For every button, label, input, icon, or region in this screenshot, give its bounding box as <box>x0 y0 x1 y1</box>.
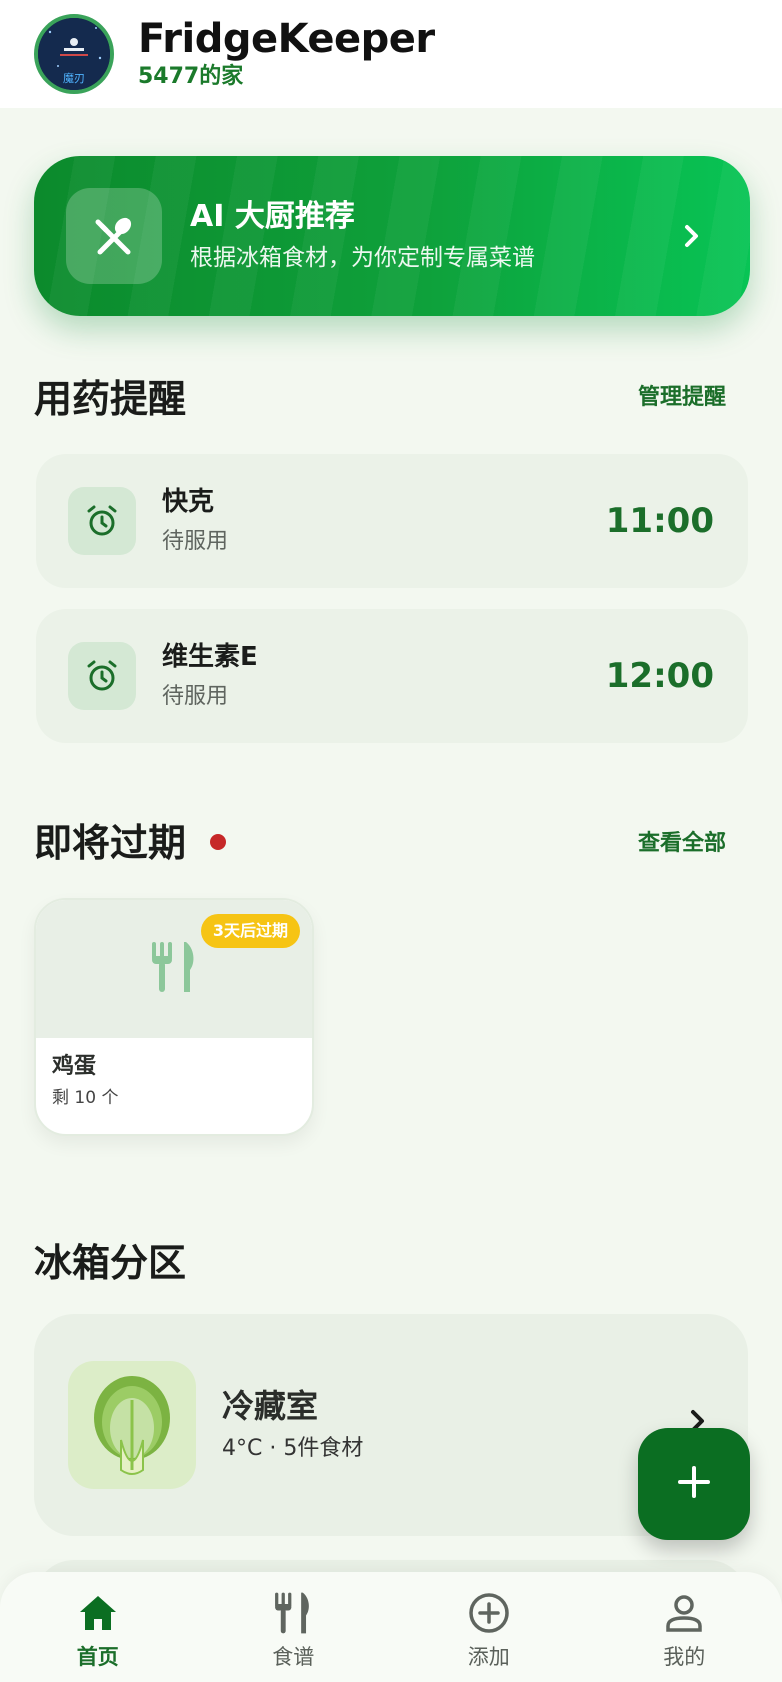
medication-time: 11:00 <box>605 501 714 541</box>
alarm-icon <box>68 487 136 555</box>
app-title: FridgeKeeper <box>138 16 435 62</box>
svg-text:魔刃: 魔刃 <box>63 71 85 85</box>
expiring-item-name: 鸡蛋 <box>52 1054 97 1079</box>
nav-item-home[interactable]: 首页 <box>38 1590 158 1672</box>
zone-name: 冷藏室 <box>222 1387 319 1425</box>
alert-dot <box>210 834 226 850</box>
nav-label: 首页 <box>76 1645 119 1669</box>
medication-card[interactable]: 快克 待服用 11:00 <box>36 454 748 588</box>
medication-time: 12:00 <box>605 656 714 696</box>
utensils-icon <box>273 1590 313 1636</box>
utensils-icon <box>150 940 198 998</box>
nav-label: 食谱 <box>272 1645 315 1669</box>
medication-status: 待服用 <box>162 529 229 554</box>
zone-meta: 4°C · 5件食材 <box>222 1436 364 1461</box>
add-fab-button[interactable] <box>638 1428 750 1540</box>
nav-item-add[interactable]: 添加 <box>429 1590 549 1672</box>
expiring-item-image: 3天后过期 <box>36 900 312 1038</box>
ai-banner-title: AI 大厨推荐 <box>190 199 355 234</box>
ai-banner-subtitle: 根据冰箱食材，为你定制专属菜谱 <box>190 245 535 271</box>
manage-reminders-link[interactable]: 管理提醒 <box>638 383 726 413</box>
ai-chef-banner[interactable]: AI 大厨推荐 根据冰箱食材，为你定制专属菜谱 <box>34 156 750 316</box>
medication-name: 维生素E <box>162 642 258 672</box>
medication-card[interactable]: 维生素E 待服用 12:00 <box>36 609 748 743</box>
home-icon <box>78 1590 118 1636</box>
person-icon <box>664 1590 704 1636</box>
home-screen: 魔刃 FridgeKeeper 5477的家 AI 大厨推荐 根据冰箱食材，为你… <box>0 0 782 1682</box>
nav-label: 我的 <box>663 1645 706 1669</box>
chevron-right-icon <box>674 218 710 254</box>
medication-status: 待服用 <box>162 684 229 709</box>
bottom-navigation: 首页 食谱 添加 我的 <box>0 1572 782 1682</box>
household-name[interactable]: 5477的家 <box>138 62 435 92</box>
nav-label: 添加 <box>467 1645 510 1669</box>
alarm-icon <box>68 642 136 710</box>
medication-name: 快克 <box>162 487 215 517</box>
add-circle-icon <box>467 1590 511 1636</box>
expiry-badge: 3天后过期 <box>200 914 300 948</box>
avatar-image: 魔刃 <box>38 18 110 90</box>
fork-spoon-icon <box>66 188 162 284</box>
zones-section-title: 冰箱分区 <box>34 1241 187 1285</box>
view-all-link[interactable]: 查看全部 <box>638 829 726 859</box>
nav-item-recipes[interactable]: 食谱 <box>233 1590 353 1672</box>
app-header: 魔刃 FridgeKeeper 5477的家 <box>0 0 782 108</box>
plus-icon <box>677 1465 711 1503</box>
cabbage-icon <box>68 1361 196 1489</box>
expiring-section-title: 即将过期 <box>34 821 187 865</box>
nav-item-profile[interactable]: 我的 <box>624 1590 744 1672</box>
medication-section-title: 用药提醒 <box>34 377 187 421</box>
expiring-item-card[interactable]: 3天后过期 鸡蛋 剩 10 个 <box>34 898 314 1136</box>
avatar[interactable]: 魔刃 <box>34 14 114 94</box>
expiring-item-quantity: 剩 10 个 <box>52 1088 119 1108</box>
